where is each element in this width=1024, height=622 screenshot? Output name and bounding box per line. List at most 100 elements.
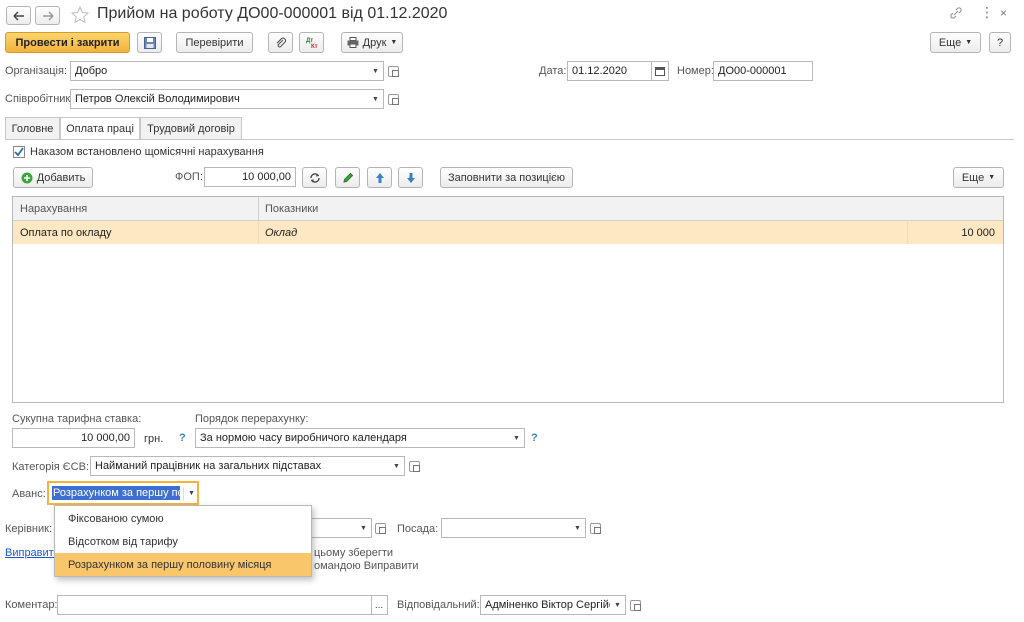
calendar-button[interactable] bbox=[651, 61, 669, 81]
position-open-button[interactable] bbox=[587, 518, 604, 538]
employee-dropdown-button[interactable]: ▼ bbox=[368, 89, 384, 109]
move-up-button[interactable] bbox=[367, 167, 392, 188]
date-field[interactable]: 01.12.2020 bbox=[567, 61, 652, 81]
chevron-down-icon: ▼ bbox=[390, 39, 398, 46]
comment-label: Коментар: bbox=[5, 599, 58, 611]
help-icon[interactable]: ? bbox=[531, 432, 538, 444]
responsible-open-button[interactable] bbox=[627, 595, 644, 615]
advance-dropdown-list: Фіксованою сумою Відсотком від тарифу Ро… bbox=[54, 505, 312, 577]
org-open-button[interactable] bbox=[385, 61, 402, 81]
fix-link[interactable]: Виправити bbox=[5, 547, 60, 559]
column-header-indicator[interactable]: Показники bbox=[265, 203, 318, 215]
tab-payment[interactable]: Оплата праці bbox=[60, 117, 140, 140]
check-button[interactable]: Перевірити bbox=[176, 32, 253, 53]
position-field[interactable] bbox=[441, 518, 571, 538]
number-field[interactable]: ДО00-000001 bbox=[713, 61, 813, 81]
dt-kt-button[interactable]: Дт Кт bbox=[299, 32, 324, 53]
advance-field[interactable]: Розрахунком за першу по ▼ bbox=[47, 481, 199, 505]
fop-label: ФОП: bbox=[175, 171, 203, 183]
tab-main[interactable]: Головне bbox=[5, 117, 60, 139]
print-label: Друк bbox=[362, 36, 387, 49]
comment-field[interactable] bbox=[57, 595, 372, 615]
refresh-icon bbox=[309, 172, 320, 183]
star-icon[interactable] bbox=[70, 5, 90, 25]
chevron-down-icon: ▼ bbox=[988, 174, 996, 181]
calendar-icon bbox=[654, 67, 665, 76]
recalc-dropdown-button[interactable]: ▼ bbox=[509, 428, 525, 448]
column-header-accrual[interactable]: Нарахування bbox=[20, 203, 87, 215]
monthly-checkbox[interactable] bbox=[13, 146, 25, 158]
table-row[interactable]: Оплата по окладу Оклад 10 000 bbox=[13, 221, 1003, 244]
column-divider bbox=[258, 221, 259, 244]
attach-button[interactable] bbox=[268, 32, 293, 53]
number-label: Номер: bbox=[677, 65, 714, 77]
add-label: Добавить bbox=[36, 171, 86, 184]
dropdown-option-first-half[interactable]: Розрахунком за першу половину місяця bbox=[55, 553, 311, 576]
back-button[interactable] bbox=[6, 6, 31, 25]
open-icon bbox=[630, 599, 641, 611]
fix-note-line1: цьому зберегти bbox=[314, 547, 394, 559]
link-icon[interactable] bbox=[949, 6, 963, 20]
fop-field[interactable]: 10 000,00 bbox=[204, 167, 296, 187]
printer-icon bbox=[347, 37, 359, 48]
pay-more-label: Еще bbox=[961, 171, 985, 184]
advance-selected-text: Розрахунком за першу по bbox=[52, 486, 180, 500]
org-dropdown-button[interactable]: ▼ bbox=[368, 61, 384, 81]
refresh-button[interactable] bbox=[302, 167, 327, 188]
chevron-down-icon: ▼ bbox=[965, 39, 973, 46]
manager-open-button[interactable] bbox=[372, 518, 389, 538]
open-icon bbox=[388, 93, 399, 105]
column-divider bbox=[907, 221, 908, 244]
position-dropdown-button[interactable]: ▼ bbox=[570, 518, 586, 538]
post-close-button[interactable]: Провести і закрити bbox=[5, 32, 130, 53]
accruals-table: Нарахування Показники Оплата по окладу О… bbox=[12, 196, 1004, 403]
dropdown-option-fixed[interactable]: Фіксованою сумою bbox=[55, 506, 311, 529]
debit-credit-icon: ДтКт bbox=[306, 38, 318, 49]
comment-ellipsis-button[interactable]: ... bbox=[371, 595, 388, 615]
total-rate-label: Сукупна тарифна ставка: bbox=[12, 413, 142, 425]
manager-label: Керівник: bbox=[5, 523, 53, 535]
currency-label: грн. bbox=[144, 433, 164, 445]
svg-text:Кт: Кт bbox=[311, 44, 318, 49]
esv-dropdown-button[interactable]: ▼ bbox=[389, 456, 405, 476]
responsible-label: Відповідальний: bbox=[397, 599, 480, 611]
employee-open-button[interactable] bbox=[385, 89, 402, 109]
arrow-down-icon bbox=[406, 172, 415, 183]
tab-contract[interactable]: Трудовий договір bbox=[140, 117, 242, 139]
open-icon bbox=[375, 522, 386, 534]
dropdown-option-percent[interactable]: Відсотком від тарифу bbox=[55, 530, 311, 553]
print-button[interactable]: Друк ▼ bbox=[341, 32, 403, 53]
responsible-field[interactable]: Адміненко Віктор Сергійо bbox=[480, 595, 611, 615]
close-icon[interactable]: × bbox=[1000, 6, 1007, 20]
responsible-dropdown-button[interactable]: ▼ bbox=[610, 595, 626, 615]
esv-open-button[interactable] bbox=[406, 456, 423, 476]
forward-button[interactable] bbox=[35, 6, 60, 25]
recalc-label: Порядок перерахунку: bbox=[195, 413, 309, 425]
manager-dropdown-button[interactable]: ▼ bbox=[356, 518, 372, 538]
more-button[interactable]: Еще ▼ bbox=[930, 32, 981, 53]
page-title: Прийом на роботу ДО00-000001 від 01.12.2… bbox=[97, 5, 448, 22]
esv-field[interactable]: Найманий працівник на загальних підстава… bbox=[90, 456, 390, 476]
employee-field[interactable]: Петров Олексій Володимирович bbox=[70, 89, 370, 109]
chevron-down-icon[interactable]: ▼ bbox=[183, 487, 195, 501]
move-down-button[interactable] bbox=[398, 167, 423, 188]
total-rate-field[interactable]: 10 000,00 bbox=[12, 428, 135, 448]
recalc-field[interactable]: За нормою часу виробничого календаря bbox=[195, 428, 510, 448]
edit-button[interactable] bbox=[335, 167, 360, 188]
help-icon[interactable]: ? bbox=[179, 432, 186, 444]
more-vertical-icon[interactable]: ⋮ bbox=[980, 4, 994, 21]
checkmark-icon bbox=[14, 147, 24, 157]
plus-circle-icon bbox=[21, 172, 33, 183]
monthly-checkbox-label: Наказом встановлено щомісячні нарахуванн… bbox=[30, 146, 264, 158]
help-button[interactable]: ? bbox=[989, 32, 1011, 53]
pay-more-button[interactable]: Еще ▼ bbox=[953, 167, 1004, 188]
arrow-left-icon bbox=[12, 10, 24, 21]
advance-label: Аванс: bbox=[12, 488, 46, 500]
pencil-icon bbox=[342, 172, 353, 183]
save-button[interactable] bbox=[137, 32, 162, 53]
fill-by-position-button[interactable]: Заповнити за позицією bbox=[440, 167, 573, 188]
org-label: Організація: bbox=[5, 65, 67, 77]
table-header: Нарахування Показники bbox=[13, 197, 1003, 221]
add-button[interactable]: Добавить bbox=[13, 167, 93, 188]
org-field[interactable]: Добро bbox=[70, 61, 370, 81]
